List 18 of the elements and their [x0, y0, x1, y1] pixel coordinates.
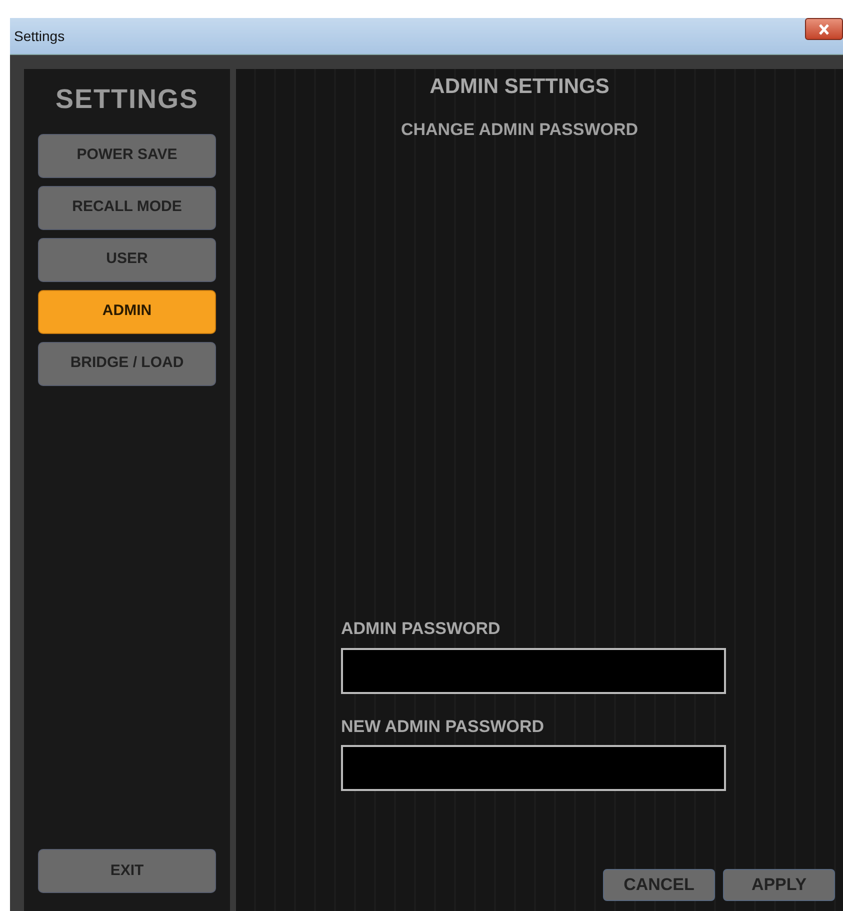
sidebar-title: SETTINGS: [55, 83, 198, 116]
panel-subtitle: CHANGE ADMIN PASSWORD: [400, 118, 640, 140]
close-icon: [818, 24, 830, 34]
sidebar-button[interactable]: POWER SAVE: [38, 134, 216, 178]
close-button[interactable]: [805, 18, 843, 40]
password-field[interactable]: [341, 745, 726, 791]
cancel-button[interactable]: CANCEL: [603, 869, 715, 901]
field-label: NEW ADMIN PASSWORD: [341, 716, 546, 738]
sidebar-button[interactable]: RECALL MODE: [38, 186, 216, 230]
window-title: Settings: [14, 26, 65, 46]
exit-button[interactable]: EXIT: [38, 849, 216, 893]
sidebar-button[interactable]: ADMIN: [38, 290, 216, 334]
sidebar-button[interactable]: BRIDGE / LOAD: [38, 342, 216, 386]
password-field[interactable]: [341, 648, 726, 694]
panel-title: ADMIN SETTINGS: [428, 74, 610, 100]
apply-button[interactable]: APPLY: [723, 869, 835, 901]
sidebar-button[interactable]: USER: [38, 238, 216, 282]
field-label: ADMIN PASSWORD: [341, 618, 502, 640]
